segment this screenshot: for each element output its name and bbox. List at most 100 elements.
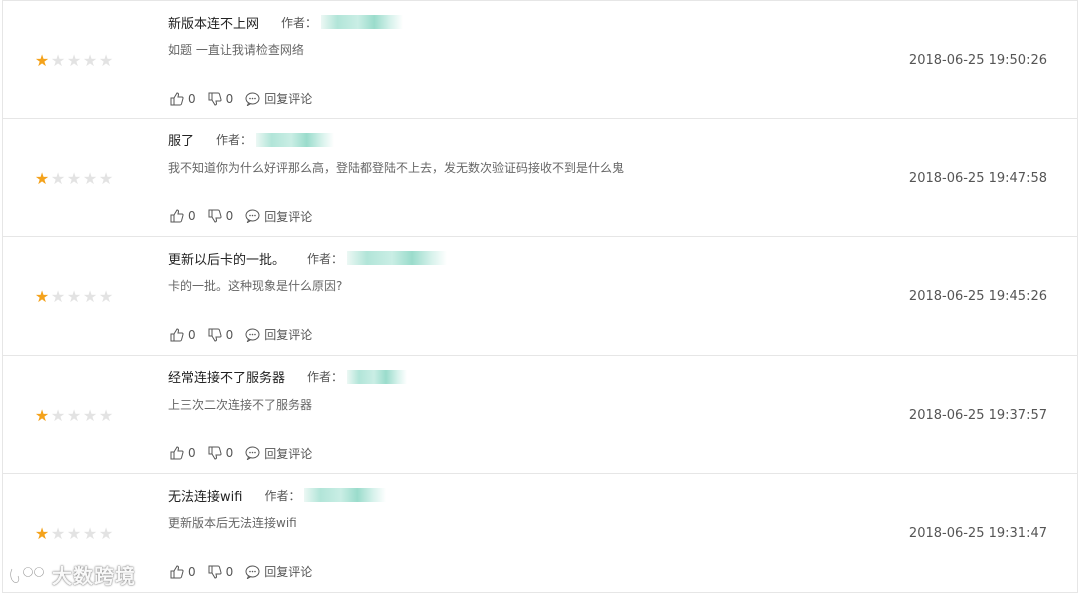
- star-empty-icon: ★: [82, 524, 98, 543]
- like-button[interactable]: 0: [170, 209, 196, 223]
- like-button[interactable]: 0: [170, 92, 196, 106]
- like-count: 0: [188, 564, 196, 579]
- thumbs-down-icon: [208, 92, 222, 106]
- star-empty-icon: ★: [82, 168, 98, 188]
- review-item: ★ ★ ★ ★ ★ 无法连接wifi 作者： 更新版本后无法连接wifi 201…: [2, 474, 1078, 593]
- author-name-redacted: [256, 132, 335, 147]
- comment-icon: [245, 328, 260, 342]
- review-title: 无法连接wifi: [168, 489, 243, 505]
- star-rating: ★ ★ ★ ★ ★: [34, 289, 114, 305]
- reply-label: 回复评论: [264, 565, 313, 579]
- comment-icon: [245, 565, 260, 579]
- review-content: 更新版本后无法连接wifi: [168, 516, 297, 530]
- review-header: 无法连接wifi 作者：: [168, 486, 387, 505]
- reply-label: 回复评论: [264, 446, 313, 461]
- thumbs-down-icon: [208, 209, 222, 223]
- review-actions: 0 0 回复评论: [170, 326, 324, 343]
- review-header: 服了 作者：: [168, 131, 335, 149]
- star-empty-icon: ★: [66, 51, 82, 70]
- review-content: 如题 一直让我请检查网络: [168, 43, 304, 57]
- like-button[interactable]: 0: [170, 446, 196, 460]
- star-rating: ★ ★ ★ ★ ★: [34, 168, 114, 188]
- star-rating: ★ ★ ★ ★ ★: [34, 405, 114, 425]
- review-timestamp: 2018-06-25 19:47:58: [908, 170, 1047, 186]
- author-label: 作者：: [307, 251, 344, 266]
- dislike-count: 0: [225, 327, 234, 342]
- reply-button[interactable]: 回复评论: [245, 208, 312, 225]
- star-empty-icon: ★: [50, 168, 66, 188]
- thumbs-up-icon: [170, 91, 184, 105]
- review-timestamp: 2018-06-25 19:50:26: [908, 53, 1047, 68]
- reply-label: 回复评论: [264, 92, 313, 106]
- thumbs-down-icon: [208, 446, 222, 460]
- star-empty-icon: ★: [66, 287, 82, 306]
- author-name-redacted: [304, 488, 387, 502]
- reply-button[interactable]: 回复评论: [245, 90, 312, 107]
- star-filled-icon: ★: [34, 405, 50, 425]
- review-header: 经常连接不了服务器 作者：: [168, 368, 408, 386]
- review-actions: 0 0 回复评论: [170, 563, 324, 580]
- star-empty-icon: ★: [98, 168, 114, 188]
- star-empty-icon: ★: [66, 405, 82, 425]
- star-filled-icon: ★: [34, 287, 50, 306]
- comment-icon: [245, 446, 260, 460]
- star-empty-icon: ★: [50, 524, 66, 543]
- like-button[interactable]: 0: [170, 328, 196, 342]
- dislike-button[interactable]: 0: [208, 564, 234, 579]
- watermark-logo-icon: [9, 565, 45, 584]
- reply-button[interactable]: 回复评论: [245, 326, 312, 343]
- reply-button[interactable]: 回复评论: [245, 563, 312, 580]
- star-empty-icon: ★: [98, 51, 114, 70]
- author-label: 作者：: [307, 370, 344, 384]
- dislike-count: 0: [225, 91, 234, 106]
- reply-label: 回复评论: [264, 328, 313, 342]
- star-filled-icon: ★: [34, 524, 50, 543]
- star-empty-icon: ★: [82, 287, 98, 306]
- author-name-redacted: [347, 251, 448, 265]
- dislike-button[interactable]: 0: [208, 327, 234, 342]
- review-title: 经常连接不了服务器: [168, 371, 286, 386]
- review-actions: 0 0 回复评论: [170, 90, 324, 107]
- review-timestamp: 2018-06-25 19:45:26: [908, 289, 1047, 304]
- reply-button[interactable]: 回复评论: [245, 445, 312, 462]
- star-empty-icon: ★: [66, 168, 82, 188]
- comment-icon: [245, 92, 260, 106]
- like-count: 0: [188, 91, 196, 106]
- star-empty-icon: ★: [50, 287, 66, 306]
- review-item: ★ ★ ★ ★ ★ 服了 作者： 我不知道你为什么好评那么高，登陆都登陆不上去，…: [2, 118, 1078, 237]
- review-title: 更新以后卡的一批。: [168, 252, 286, 268]
- dislike-button[interactable]: 0: [208, 209, 234, 223]
- dislike-button[interactable]: 0: [208, 446, 233, 460]
- like-count: 0: [188, 446, 196, 460]
- thumbs-down-icon: [208, 565, 222, 579]
- star-rating: ★ ★ ★ ★ ★: [34, 53, 114, 69]
- dislike-button[interactable]: 0: [208, 91, 234, 106]
- star-empty-icon: ★: [98, 405, 114, 425]
- star-filled-icon: ★: [34, 51, 50, 70]
- review-actions: 0 0 回复评论: [170, 208, 324, 225]
- thumbs-up-icon: [170, 446, 184, 460]
- review-item: ★ ★ ★ ★ ★ 更新以后卡的一批。 作者： 卡的一批。这种现象是什么原因? …: [2, 237, 1078, 356]
- review-header: 新版本连不上网 作者：: [168, 13, 404, 32]
- author-label: 作者：: [281, 15, 318, 30]
- review-item: ★ ★ ★ ★ ★ 新版本连不上网 作者： 如题 一直让我请检查网络 2018-…: [2, 0, 1078, 119]
- author-name-redacted: [347, 369, 408, 384]
- review-list: ★ ★ ★ ★ ★ 新版本连不上网 作者： 如题 一直让我请检查网络 2018-…: [0, 0, 1080, 593]
- star-filled-icon: ★: [34, 168, 50, 188]
- like-count: 0: [188, 327, 196, 342]
- author-label: 作者：: [216, 133, 253, 147]
- star-empty-icon: ★: [66, 524, 82, 543]
- thumbs-down-icon: [208, 328, 222, 342]
- star-rating: ★ ★ ★ ★ ★: [34, 526, 114, 542]
- star-empty-icon: ★: [98, 287, 114, 306]
- review-timestamp: 2018-06-25 19:31:47: [908, 526, 1047, 541]
- dislike-count: 0: [225, 209, 234, 223]
- review-content: 我不知道你为什么好评那么高，登陆都登陆不上去，发无数次验证码接收不到是什么鬼: [168, 160, 625, 175]
- star-empty-icon: ★: [98, 524, 114, 543]
- author-label: 作者：: [264, 488, 301, 503]
- dislike-count: 0: [225, 564, 234, 579]
- thumbs-up-icon: [170, 564, 184, 578]
- review-header: 更新以后卡的一批。 作者：: [168, 249, 448, 268]
- like-button[interactable]: 0: [170, 565, 196, 579]
- star-empty-icon: ★: [50, 51, 66, 70]
